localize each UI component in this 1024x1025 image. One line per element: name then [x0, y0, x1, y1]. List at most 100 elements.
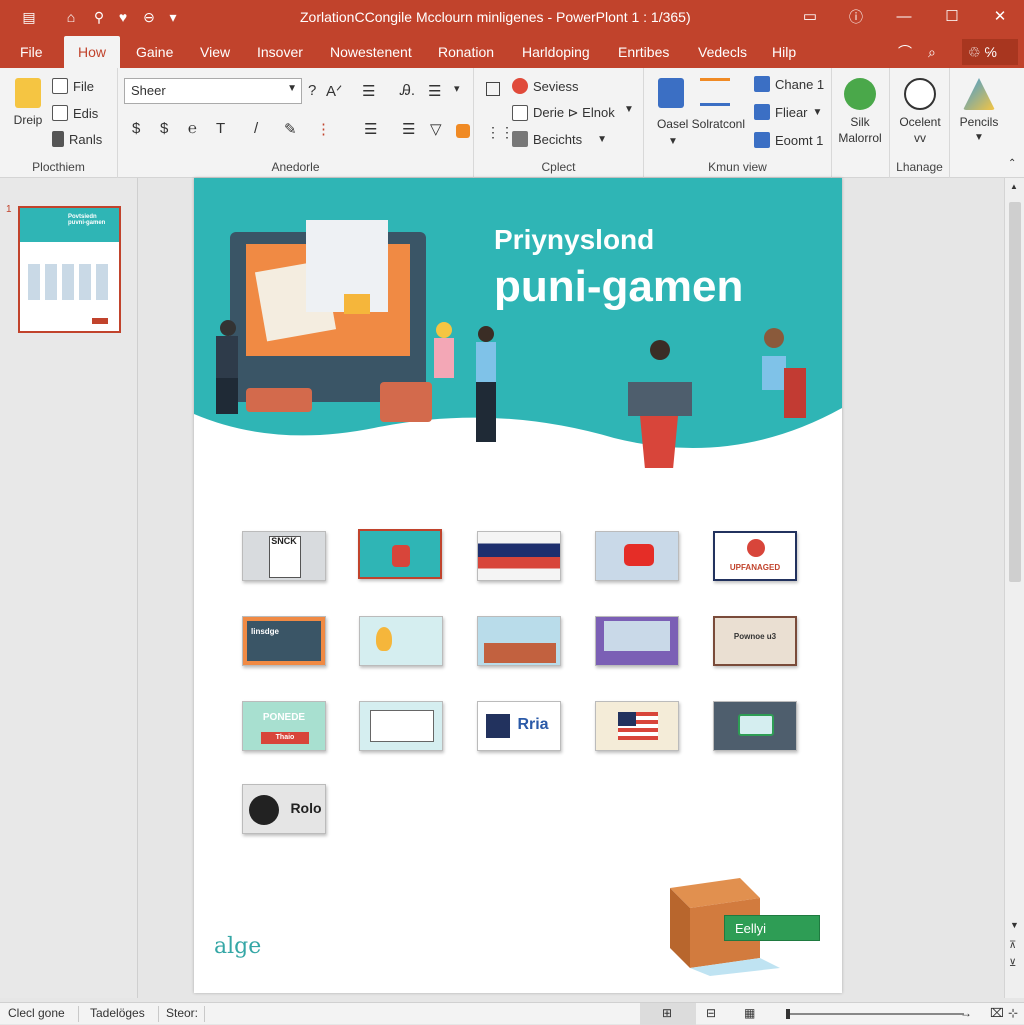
next-slide-icon[interactable]: ⊻ — [1009, 958, 1016, 969]
tab-insover[interactable]: Insover — [247, 36, 313, 68]
prev-slide-icon[interactable]: ⊼ — [1009, 940, 1016, 951]
save-icon[interactable]: ▤ — [20, 8, 38, 26]
line-tool-icon[interactable]: / — [254, 120, 258, 137]
slide[interactable]: Priynyslond puni-gamen SNCK UPFANAGED Ii… — [194, 178, 842, 993]
becichts-button[interactable]: Becichts ▼ — [512, 131, 607, 147]
chart-icon[interactable]: ⌕ — [928, 39, 936, 65]
text-lines-icon[interactable] — [700, 78, 730, 106]
edit-button[interactable]: Edis — [52, 105, 98, 121]
tile-7[interactable] — [359, 616, 443, 666]
slide-title-line1[interactable]: Priynyslond — [494, 224, 654, 256]
customize-quick-access-icon[interactable]: ▾ — [164, 8, 182, 26]
dots-tool-icon[interactable]: ⋮ — [316, 120, 331, 138]
tab-how[interactable]: How — [64, 36, 121, 68]
chevron-down-icon[interactable]: ▼ — [624, 104, 634, 115]
eoomt-button[interactable]: Eoomt 1 — [754, 132, 823, 148]
tile-12[interactable] — [359, 701, 443, 751]
vertical-scrollbar[interactable]: ▲ ▼ ⊼ ⊻ — [1004, 178, 1024, 998]
filter-tool-icon[interactable]: ▽ — [430, 120, 442, 138]
heart-icon[interactable]: ♥ — [114, 8, 132, 26]
tab-hilp[interactable]: Hilp — [762, 36, 806, 68]
silk-button[interactable]: Silk Malorrol — [832, 78, 888, 146]
tile-6[interactable]: Iinsdge — [242, 616, 326, 666]
collapse-ribbon-icon[interactable]: ⌃ — [1008, 158, 1016, 169]
tile-4[interactable] — [595, 531, 679, 581]
tab-view[interactable]: View — [190, 36, 240, 68]
eellyi-badge[interactable]: Eellyi — [724, 915, 820, 941]
close-button[interactable]: ✕ — [988, 6, 1012, 28]
list-tool-icon[interactable]: ☰ — [362, 82, 375, 100]
pin-icon[interactable]: ⊹ — [1008, 1006, 1018, 1020]
seviess-button[interactable]: Seviess — [512, 78, 579, 94]
dollar-tool-2-icon[interactable]: $ — [160, 120, 168, 137]
tab-nowestenent[interactable]: Nowestenent — [320, 36, 422, 68]
tile-5[interactable]: UPFANAGED — [713, 531, 797, 581]
share-button[interactable]: ♲ ℅ — [962, 39, 1018, 65]
pencils-button[interactable]: Pencils ▼ — [950, 78, 1008, 146]
estimate-tool-icon[interactable]: ℮ — [188, 120, 197, 137]
tab-vedecls[interactable]: Vedecls — [688, 36, 757, 68]
pen-tool-icon[interactable]: ✎ — [284, 120, 297, 138]
chane-button[interactable]: Chane 1 — [754, 76, 824, 92]
home-icon[interactable]: ⌂ — [62, 8, 80, 26]
status-steor[interactable]: Steor: — [166, 1006, 198, 1020]
drop-button[interactable]: Dreip — [8, 78, 48, 128]
more-tool-icon[interactable]: ▾ — [454, 82, 460, 95]
tab-enrtibes[interactable]: Enrtibes — [608, 36, 679, 68]
tab-file[interactable]: File — [10, 36, 53, 68]
restore-ribbon-icon[interactable]: ▭ — [798, 6, 822, 28]
tile-10[interactable]: Pownoe u3 — [713, 616, 797, 666]
format-tool-icon[interactable]: Ꭿ. — [400, 82, 415, 99]
oceleint-button[interactable]: Ocelent vv — [890, 78, 950, 146]
slide-title-line2[interactable]: puni-gamen — [494, 262, 743, 312]
dollar-tool-icon[interactable]: $ — [132, 120, 140, 137]
tile-11[interactable]: PONEDE Thaio — [242, 701, 326, 751]
tile-9[interactable] — [595, 616, 679, 666]
font-size-tool-icon[interactable]: Aᐟ — [326, 82, 342, 100]
help-circle-icon[interactable]: ⓘ — [844, 6, 868, 28]
help-tool-icon[interactable]: ? — [308, 82, 316, 99]
status-notes[interactable]: Tadelöges — [90, 1006, 145, 1020]
text-tool-icon[interactable]: T — [216, 120, 225, 137]
scroll-down-icon[interactable]: ▼ — [1010, 920, 1019, 930]
slide-thumbnail[interactable]: Povtsiedn puvni-gamen — [18, 206, 121, 333]
derie-button[interactable]: Derie ⊳ Elnok — [512, 105, 615, 121]
align-tool-icon[interactable]: ☰ — [428, 82, 441, 100]
zoom-slider[interactable] — [786, 1013, 964, 1015]
layout-icon[interactable] — [658, 78, 684, 108]
color-swatch-icon[interactable] — [456, 124, 470, 138]
tile-8[interactable] — [477, 616, 561, 666]
tile-15[interactable] — [713, 701, 797, 751]
maximize-button[interactable]: ☐ — [940, 6, 964, 28]
tab-harldoping[interactable]: Harldoping — [512, 36, 600, 68]
minimize-button[interactable]: — — [892, 6, 916, 28]
tile-14[interactable] — [595, 701, 679, 751]
scroll-up-icon[interactable]: ▲ — [1010, 182, 1018, 191]
tile-1[interactable]: SNCK — [242, 531, 326, 581]
reading-view-icon[interactable]: ▦ — [744, 1006, 755, 1020]
caret-icon[interactable]: ⌒ — [898, 39, 912, 65]
tile-13[interactable]: Rria — [477, 701, 561, 751]
zoom-in-icon[interactable]: → — [960, 1006, 972, 1020]
tile-16[interactable]: Rolo — [242, 784, 326, 834]
oasel-solratconl-button[interactable]: Oasel Solratconl — [656, 116, 746, 132]
tab-gaine[interactable]: Gaine — [126, 36, 183, 68]
zoom-slider-thumb[interactable] — [786, 1009, 790, 1019]
fliear-button[interactable]: Fliear ▼ — [754, 104, 822, 120]
fit-slide-icon[interactable]: ⌧ — [990, 1006, 1004, 1020]
indent-tool-icon[interactable]: ☰ — [402, 120, 415, 138]
paragraph-tool-icon[interactable]: ☰ — [364, 120, 377, 138]
stop-icon[interactable]: ⊖ — [140, 8, 158, 26]
chevron-down-icon[interactable]: ▼ — [668, 136, 678, 147]
columns-icon[interactable]: ⋮⋮ — [486, 124, 514, 141]
ranls-button[interactable]: Ranls — [52, 131, 102, 147]
pin-icon[interactable]: ⚲ — [90, 8, 108, 26]
font-name-field[interactable]: Sheer ▼ — [124, 78, 302, 104]
slide-sorter-icon[interactable]: ⊟ — [706, 1006, 716, 1020]
tile-3[interactable] — [477, 531, 561, 581]
scroll-thumb[interactable] — [1009, 202, 1021, 582]
tile-2[interactable] — [358, 529, 442, 579]
file-button[interactable]: File — [52, 78, 94, 94]
table-icon[interactable] — [486, 82, 500, 96]
tab-ronation[interactable]: Ronation — [428, 36, 504, 68]
